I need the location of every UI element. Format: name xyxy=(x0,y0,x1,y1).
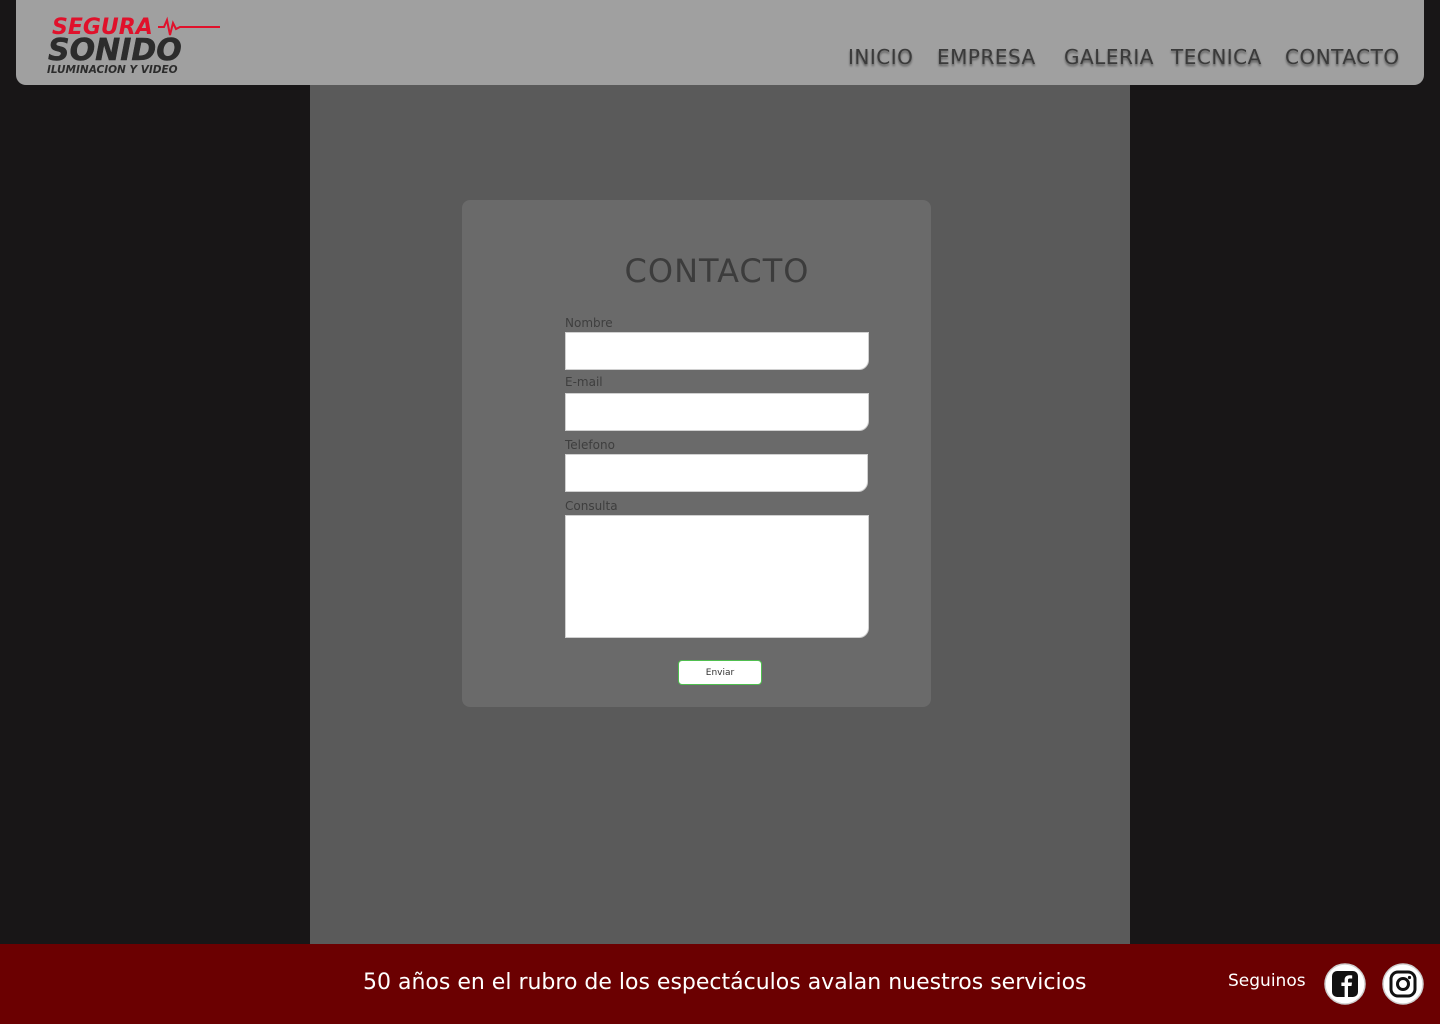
main-nav: INICIO EMPRESA GALERIA TECNICA CONTACTO xyxy=(16,45,1424,73)
instagram-icon xyxy=(1382,963,1424,1005)
nav-item-galeria[interactable]: GALERIA xyxy=(1064,45,1154,69)
form-title: CONTACTO xyxy=(624,252,810,290)
email-field[interactable] xyxy=(565,393,869,431)
facebook-icon xyxy=(1324,963,1366,1005)
telefono-field[interactable] xyxy=(565,454,868,492)
footer-tagline: 50 años en el rubro de los espectáculos … xyxy=(363,970,1087,995)
site-footer: 50 años en el rubro de los espectáculos … xyxy=(0,944,1440,1024)
telefono-label: Telefono xyxy=(565,438,615,452)
follow-label: Seguinos xyxy=(1228,971,1306,991)
nombre-field[interactable] xyxy=(565,332,869,370)
facebook-link[interactable] xyxy=(1324,963,1366,1005)
instagram-link[interactable] xyxy=(1382,963,1424,1005)
contact-form-card: CONTACTO Nombre E-mail Telefono Consulta… xyxy=(462,200,931,707)
nav-item-tecnica[interactable]: TECNICA xyxy=(1171,45,1262,69)
email-label: E-mail xyxy=(565,375,603,389)
site-header: SEGURA SONIDO ILUMINACION Y VIDEO INICIO… xyxy=(16,0,1424,85)
enviar-button[interactable]: Enviar xyxy=(678,660,762,685)
nombre-label: Nombre xyxy=(565,316,613,330)
nav-item-contacto[interactable]: CONTACTO xyxy=(1285,45,1400,69)
nav-item-inicio[interactable]: INICIO xyxy=(848,45,913,69)
consulta-field[interactable] xyxy=(565,515,869,638)
nav-item-empresa[interactable]: EMPRESA xyxy=(937,45,1036,69)
consulta-label: Consulta xyxy=(565,499,618,513)
